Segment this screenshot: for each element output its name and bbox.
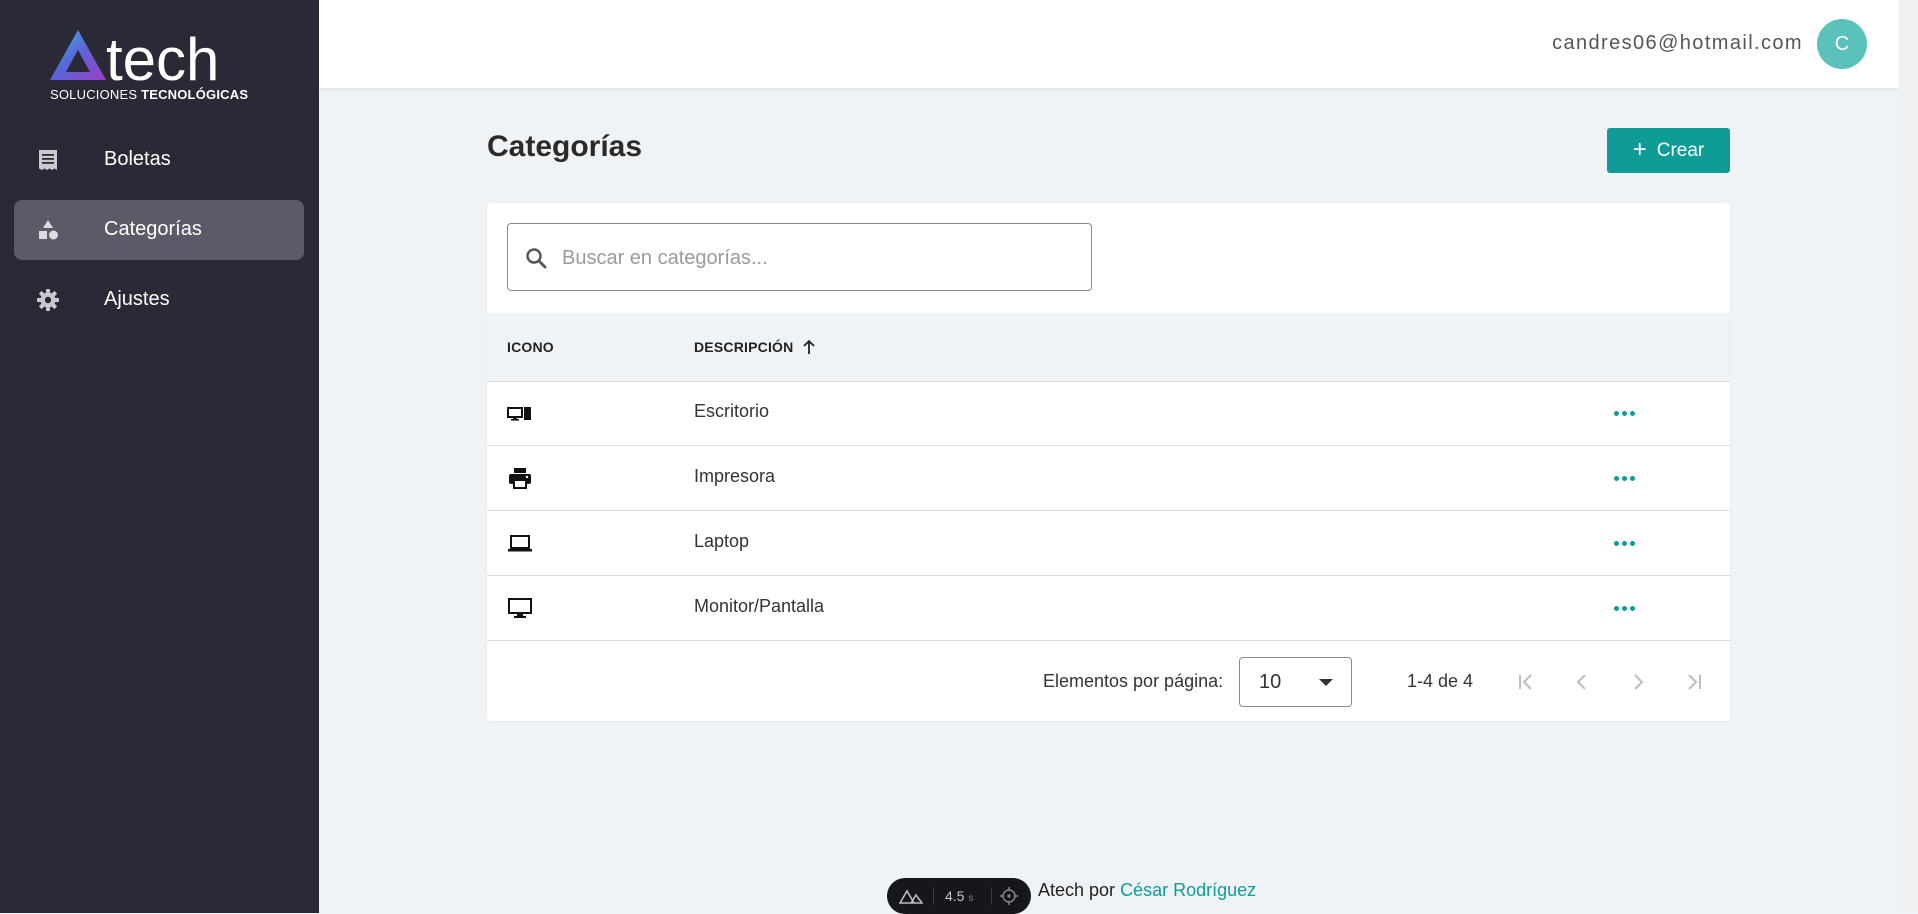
- sidebar-nav: Boletas Categorías Ajustes: [14, 130, 304, 340]
- table-row[interactable]: Escritorio: [487, 381, 1730, 446]
- last-page-icon[interactable]: [1677, 665, 1711, 699]
- laptop-icon: [508, 535, 532, 552]
- brand-logo[interactable]: tech SOLUCIONES TECNOLÓGICAS: [48, 24, 278, 104]
- paginator: Elementos por página: 10 1-4 de 4: [487, 643, 1730, 721]
- next-page-icon[interactable]: [1621, 665, 1655, 699]
- row-description: Laptop: [694, 531, 750, 551]
- search-field[interactable]: [507, 223, 1092, 291]
- table-row[interactable]: Monitor/Pantalla: [487, 576, 1730, 641]
- row-actions-button[interactable]: [1611, 464, 1641, 492]
- brand-name: tech: [106, 26, 219, 93]
- row-description: Impresora: [694, 466, 776, 486]
- sidebar: tech SOLUCIONES TECNOLÓGICAS Boletas Cat…: [0, 0, 319, 913]
- user-email[interactable]: candres06@hotmail.com: [1552, 32, 1803, 55]
- nuxt-logo-icon: [899, 889, 923, 904]
- table-header: ICONO DESCRIPCIÓN: [487, 313, 1730, 382]
- sidebar-item-categorias[interactable]: Categorías: [14, 200, 304, 260]
- top-header: candres06@hotmail.com C: [319, 0, 1899, 88]
- create-button[interactable]: + Crear: [1607, 128, 1730, 173]
- search-icon: [526, 248, 547, 269]
- divider: [991, 887, 992, 905]
- sidebar-item-boletas[interactable]: Boletas: [14, 130, 304, 190]
- row-description: Monitor/Pantalla: [694, 596, 825, 616]
- desktop-tower-icon: [507, 407, 531, 421]
- footer-text: Atech por: [1038, 880, 1116, 900]
- sidebar-item-ajustes[interactable]: Ajustes: [14, 270, 304, 330]
- column-header-descripcion[interactable]: DESCRIPCIÓN: [694, 339, 817, 355]
- previous-page-icon[interactable]: [1565, 665, 1599, 699]
- row-actions-button[interactable]: [1611, 399, 1641, 427]
- page-range: 1-4 de 4: [1407, 671, 1474, 691]
- receipt-icon: [39, 150, 57, 170]
- atech-logo-mark: tech: [50, 26, 219, 93]
- plus-icon: +: [1632, 135, 1647, 163]
- row-description: Escritorio: [694, 401, 770, 421]
- items-per-page-select[interactable]: 10: [1239, 657, 1352, 707]
- gear-icon: [37, 289, 59, 311]
- arrow-up-icon: [802, 339, 815, 354]
- load-time: 4.5 s: [945, 888, 974, 904]
- author-link[interactable]: César Rodríguez: [1120, 880, 1256, 900]
- footer: Atech por César Rodríguez: [1038, 880, 1256, 901]
- items-per-page-value: 10: [1259, 671, 1282, 693]
- row-actions-button[interactable]: [1611, 529, 1641, 557]
- brand-tagline: SOLUCIONES TECNOLÓGICAS: [50, 87, 249, 102]
- table-row[interactable]: Impresora: [487, 446, 1730, 511]
- page-title: Categorías: [487, 130, 643, 163]
- avatar[interactable]: C: [1817, 19, 1867, 69]
- printer-icon: [509, 468, 531, 489]
- crosshair-icon[interactable]: [1000, 887, 1018, 905]
- row-actions-button[interactable]: [1611, 594, 1641, 622]
- shapes-icon: [39, 220, 58, 240]
- first-page-icon[interactable]: [1509, 665, 1543, 699]
- divider: [933, 887, 934, 905]
- items-per-page-label: Elementos por página:: [1043, 671, 1224, 691]
- caret-down-icon: [1319, 679, 1333, 686]
- devtools-badge[interactable]: 4.5 s: [887, 878, 1031, 914]
- sidebar-item-label: Categorías: [104, 218, 202, 240]
- create-button-label: Crear: [1656, 139, 1705, 161]
- table-row[interactable]: Laptop: [487, 511, 1730, 576]
- sidebar-item-label: Ajustes: [104, 288, 170, 310]
- sidebar-item-label: Boletas: [104, 148, 171, 170]
- categories-card: ICONO DESCRIPCIÓN Escritorio Impresora: [487, 203, 1730, 721]
- avatar-initial: C: [1834, 32, 1850, 55]
- column-header-icono: ICONO: [507, 339, 554, 355]
- column-header-label: DESCRIPCIÓN: [694, 339, 794, 355]
- scrollbar[interactable]: [1899, 0, 1918, 913]
- search-input[interactable]: [560, 238, 1074, 278]
- monitor-icon: [508, 598, 532, 618]
